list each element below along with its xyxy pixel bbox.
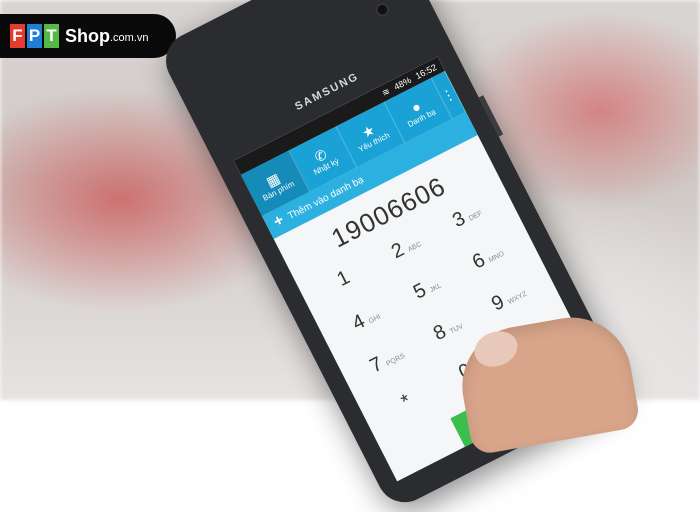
key-letters: WXYZ bbox=[506, 290, 529, 306]
key-letters: MNO bbox=[487, 250, 506, 265]
logo-letter-f: F bbox=[10, 24, 25, 48]
logo-shop-text: Shop bbox=[65, 25, 110, 46]
key-letters: PQRS bbox=[385, 352, 407, 368]
logo-domain-text: .com.vn bbox=[110, 32, 149, 44]
front-camera bbox=[374, 1, 391, 18]
key-letters: JKL bbox=[428, 282, 443, 295]
key-digit: 5 bbox=[409, 279, 430, 304]
key-digit: 6 bbox=[468, 248, 489, 274]
logo-letter-p: P bbox=[27, 24, 42, 48]
key-digit: 8 bbox=[429, 320, 450, 346]
key-digit: 7 bbox=[366, 352, 387, 378]
key-letters: GHI bbox=[367, 313, 383, 326]
key-letters: TUV bbox=[448, 322, 465, 336]
key-digit: * bbox=[397, 390, 415, 414]
wifi-icon: ≋ bbox=[380, 85, 392, 98]
key-digit: 1 bbox=[333, 266, 354, 291]
logo-letter-t: T bbox=[44, 24, 59, 48]
key-digit: 4 bbox=[348, 310, 369, 335]
key-digit: 9 bbox=[488, 290, 508, 316]
fptshop-logo: F P T Shop .com.vn bbox=[0, 14, 176, 58]
key-letters: ABC bbox=[406, 240, 423, 254]
key-digit: 2 bbox=[387, 238, 408, 264]
key-letters: DEF bbox=[467, 209, 484, 223]
key-digit: 3 bbox=[449, 207, 469, 233]
plus-icon: + bbox=[270, 211, 287, 231]
